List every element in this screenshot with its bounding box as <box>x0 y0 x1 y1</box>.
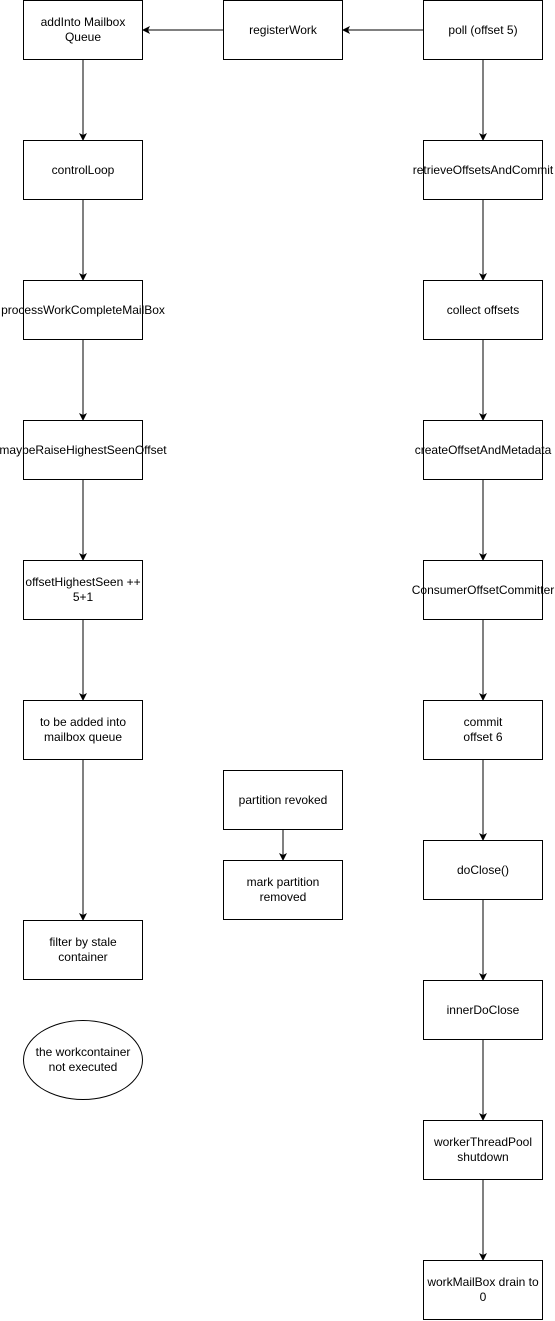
node-label: offsetHighestSeen ++ 5+1 <box>25 575 141 604</box>
node-worker-thread-pool-shutdown[interactable]: workerThreadPool shutdown <box>423 1120 543 1180</box>
node-label: processWorkCompleteMailBox <box>1 302 165 317</box>
node-label: filter by stale container <box>49 935 117 964</box>
node-label: workMailBox drain to 0 <box>427 1275 539 1304</box>
node-work-container-not-executed[interactable]: the workcontainer not executed <box>23 1020 143 1100</box>
node-add-into-mailbox-queue[interactable]: addInto Mailbox Queue <box>23 0 143 60</box>
node-control-loop[interactable]: controlLoop <box>23 140 143 200</box>
node-consumer-offset-committer[interactable]: ConsumerOffsetCommitter <box>412 560 554 620</box>
node-register-work[interactable]: registerWork <box>223 0 343 60</box>
node-label: the workcontainer not executed <box>35 1045 131 1074</box>
node-label: retrieveOffsetsAndCommit <box>412 162 554 177</box>
node-label: mark partition removed <box>246 875 320 904</box>
node-label: controlLoop <box>51 162 115 177</box>
node-create-offset-and-metadata[interactable]: createOffsetAndMetadata <box>415 420 551 480</box>
node-label: createOffsetAndMetadata <box>414 442 552 457</box>
node-label: maybeRaiseHighestSeenOffset <box>0 442 167 457</box>
node-offset-highest-seen[interactable]: offsetHighestSeen ++ 5+1 <box>23 560 143 620</box>
node-retrieve-offsets-and-commit[interactable]: retrieveOffsetsAndCommit <box>413 140 553 200</box>
node-label: poll (offset 5) <box>448 22 518 37</box>
node-label: commit offset 6 <box>463 715 503 744</box>
node-label: innerDoClose <box>446 1002 520 1017</box>
node-label: registerWork <box>249 22 317 37</box>
node-label: addInto Mailbox Queue <box>40 15 126 44</box>
node-to-be-added[interactable]: to be added into mailbox queue <box>23 700 143 760</box>
node-commit-offset6[interactable]: commit offset 6 <box>423 700 543 760</box>
node-label: doClose() <box>456 862 510 877</box>
node-inner-do-close[interactable]: innerDoClose <box>423 980 543 1040</box>
node-collect-offsets[interactable]: collect offsets <box>423 280 543 340</box>
node-filter-by-stale[interactable]: filter by stale container <box>23 920 143 980</box>
node-mark-partition-removed[interactable]: mark partition removed <box>223 860 343 920</box>
node-label: collect offsets <box>446 302 520 317</box>
node-label: partition revoked <box>238 792 328 807</box>
node-label: workerThreadPool shutdown <box>433 1135 533 1164</box>
node-label: to be added into mailbox queue <box>39 715 127 744</box>
node-work-mail-box-drain[interactable]: workMailBox drain to 0 <box>423 1260 543 1320</box>
node-partition-revoked[interactable]: partition revoked <box>223 770 343 830</box>
node-do-close[interactable]: doClose() <box>423 840 543 900</box>
node-label: ConsumerOffsetCommitter <box>411 582 555 597</box>
node-maybe-raise-highest-seen-offset[interactable]: maybeRaiseHighestSeenOffset <box>0 420 167 480</box>
node-poll[interactable]: poll (offset 5) <box>423 0 543 60</box>
node-process-work-complete-mail-box[interactable]: processWorkCompleteMailBox <box>1 280 165 340</box>
